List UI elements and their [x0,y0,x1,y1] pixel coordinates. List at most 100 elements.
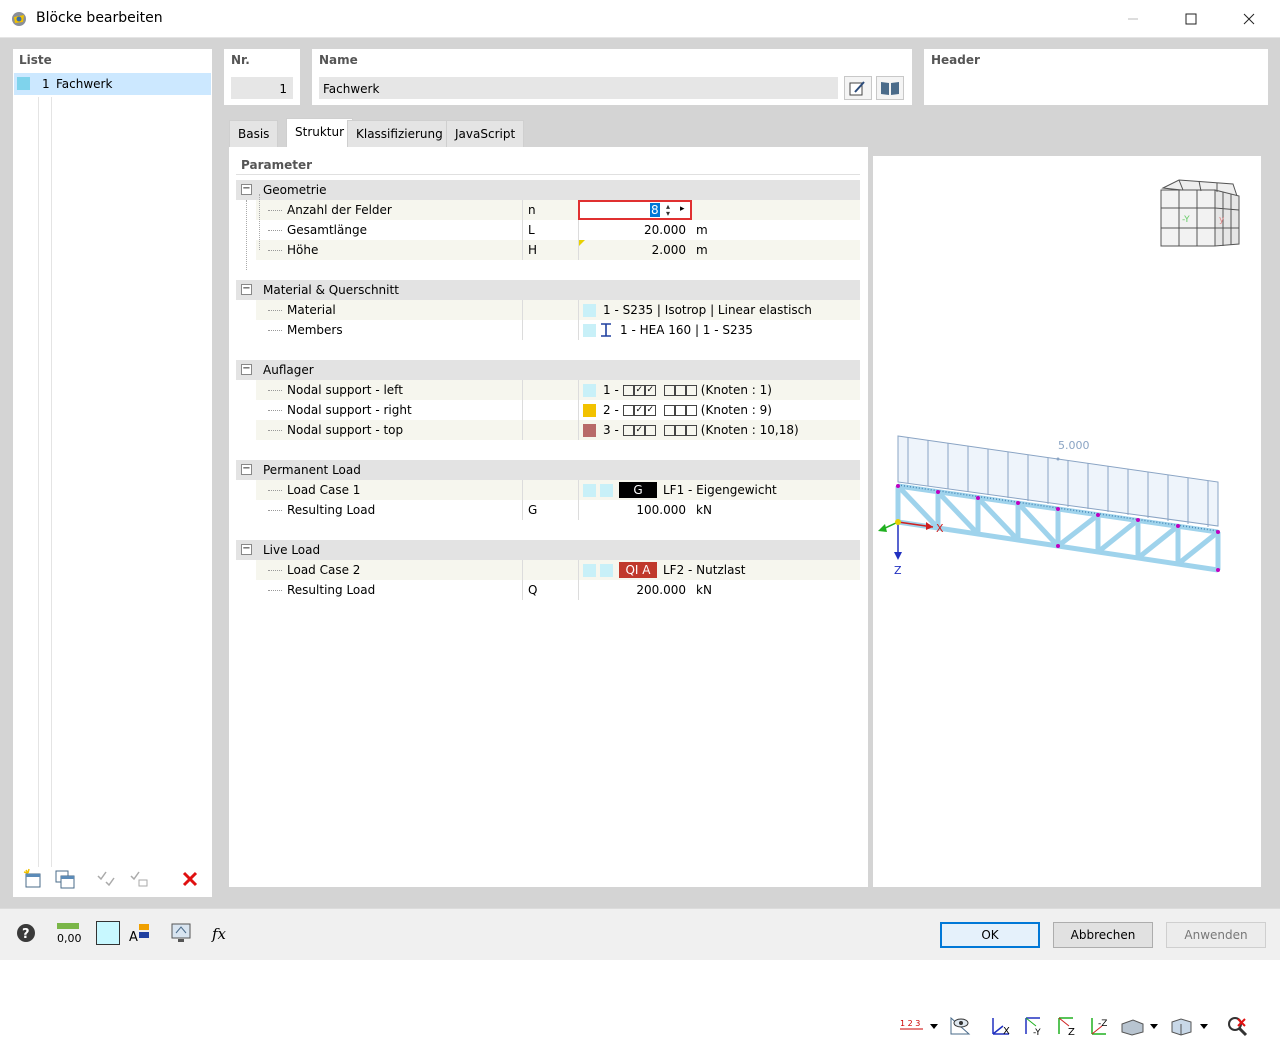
param-row[interactable]: Nodal support - right 2 - ✓ ✓ (Knoten : 9… [256,400,860,420]
group-live-load[interactable]: − Live Load [236,540,860,560]
render-mode-dropdown[interactable] [1119,1012,1159,1040]
tree-line [51,97,52,867]
name-panel: Name Fachwerk [312,49,912,105]
collapse-icon[interactable]: − [241,544,252,555]
minimize-button[interactable] [1104,0,1162,38]
view-minus-y-icon[interactable]: -Y [1020,1012,1048,1040]
param-row[interactable]: Load Case 2 QI A LF2 - Nutzlast [256,560,860,580]
view-settings-button[interactable] [946,1012,974,1040]
header-panel: Header [924,49,1268,105]
name-field[interactable]: Fachwerk [319,77,838,99]
arrow-right-icon[interactable]: ▸ [680,204,685,214]
delete-button[interactable] [176,867,204,891]
cancel-button[interactable]: Abbrechen [1053,922,1153,948]
app-icon [10,10,28,28]
group-permanent-load[interactable]: − Permanent Load [236,460,860,480]
name-label: Name [319,53,358,67]
view-minus-z-icon[interactable]: -Z [1086,1012,1114,1040]
list-title: Liste [19,53,52,67]
svg-text:Z: Z [894,564,902,577]
param-row[interactable]: Nodal support - left 1 - ✓ ✓ (Knoten : 1) [256,380,860,400]
list-item-number: 1 [42,77,50,91]
svg-text:y: y [1219,215,1225,225]
group-auflager[interactable]: − Auflager [236,360,860,380]
svg-text:-Z: -Z [1098,1019,1107,1029]
group-material[interactable]: − Material & Querschnitt [236,280,860,300]
nr-field[interactable]: 1 [231,77,293,99]
group-geometrie[interactable]: − Geometrie [236,180,860,200]
maximize-button[interactable] [1162,0,1220,38]
svg-text:0,00: 0,00 [57,932,81,945]
collapse-icon[interactable]: − [241,184,252,195]
zoom-reset-icon[interactable] [1223,1012,1251,1040]
support-color [583,403,596,417]
ok-button[interactable]: OK [940,922,1040,948]
window-title: Blöcke bearbeiten [36,10,163,26]
tab-javascript[interactable]: JavaScript [446,120,525,147]
svg-text:X: X [1003,1026,1010,1037]
load-case-badge: QI A [619,562,657,578]
section-color [583,323,596,337]
3d-viewport[interactable]: -Y y 5.000 X Z 1 2 3 X -Y Z -Z [873,156,1261,1038]
display-dropdown[interactable] [1169,1012,1209,1040]
param-row[interactable]: Gesamtlänge L 20.000 m [256,220,860,240]
param-row[interactable]: Nodal support - top 3 - ✓ (Knoten : 10,1… [256,420,860,440]
list-item-color [17,77,30,90]
param-row[interactable]: Load Case 1 G LF1 - Eigengewicht [256,480,860,500]
header-label: Header [931,53,980,67]
param-row[interactable]: Material 1 - S235 | Isotrop | Linear ela… [256,300,860,320]
list-item[interactable]: 1 Fachwerk [14,73,211,95]
function-icon[interactable]: fx [208,919,236,947]
svg-text:?: ? [22,927,30,942]
copy-block-button[interactable] [51,867,79,891]
library-button[interactable] [876,76,904,100]
apply-button[interactable]: Anwenden [1166,922,1266,948]
fields-spinner[interactable]: 8 ▴ ▾ ▸ [578,200,692,220]
book-icon [881,82,899,95]
param-row[interactable]: Resulting Load G 100.000 kN [256,500,860,520]
support-color [583,383,596,397]
close-button[interactable] [1220,0,1278,38]
svg-text:Z: Z [1068,1027,1075,1038]
material-color [583,303,596,317]
edit-name-button[interactable] [844,76,872,100]
collapse-icon[interactable]: − [241,464,252,475]
tab-klassifizierung[interactable]: Klassifizierung [347,120,452,147]
spinner-value[interactable]: 8 [650,203,660,217]
param-row[interactable]: Höhe H 2.000 m [256,240,860,260]
tree-line [38,97,39,867]
svg-text:1 2 3: 1 2 3 [900,1019,920,1028]
text-color-icon[interactable]: A [125,919,153,947]
help-icon[interactable]: ? [12,919,40,947]
load-case-badge: G [619,482,657,498]
display-settings-icon[interactable] [167,919,195,947]
uncheck-button [125,867,153,891]
param-name: Anzahl der Felder [287,203,392,217]
check-all-button [92,867,120,891]
nr-panel: Nr. 1 [224,49,300,105]
svg-text:-Y: -Y [1182,215,1190,225]
new-block-button[interactable] [19,867,47,891]
list-panel: Liste 1 Fachwerk [13,49,212,897]
param-row[interactable]: Members 1 - HEA 160 | 1 - S235 [256,320,860,340]
tab-basis[interactable]: Basis [229,120,279,147]
i-beam-icon [601,323,611,337]
color-swatch-button[interactable] [96,921,120,945]
nr-label: Nr. [231,53,250,67]
tab-struktur[interactable]: Struktur [286,118,354,148]
numbering-dropdown[interactable]: 1 2 3 [899,1012,939,1040]
svg-text:fx: fx [211,925,227,943]
svg-text:-Y: -Y [1033,1028,1041,1038]
collapse-icon[interactable]: − [241,364,252,375]
units-icon[interactable]: 0,00 [54,919,82,947]
pencil-icon [849,81,865,96]
param-row[interactable]: Anzahl der Felder n 8 ▴ ▾ ▸ [256,200,860,220]
svg-text:5.000: 5.000 [1058,439,1090,452]
param-row[interactable]: Resulting Load Q 200.000 kN [256,580,860,600]
param-value[interactable]: 20.000 [578,220,688,240]
spinner-arrows-icon[interactable]: ▴ ▾ [666,203,670,218]
collapse-icon[interactable]: − [241,284,252,295]
svg-text:A: A [129,930,138,945]
view-x-icon[interactable]: X [987,1012,1015,1040]
view-z-icon[interactable]: Z [1053,1012,1081,1040]
